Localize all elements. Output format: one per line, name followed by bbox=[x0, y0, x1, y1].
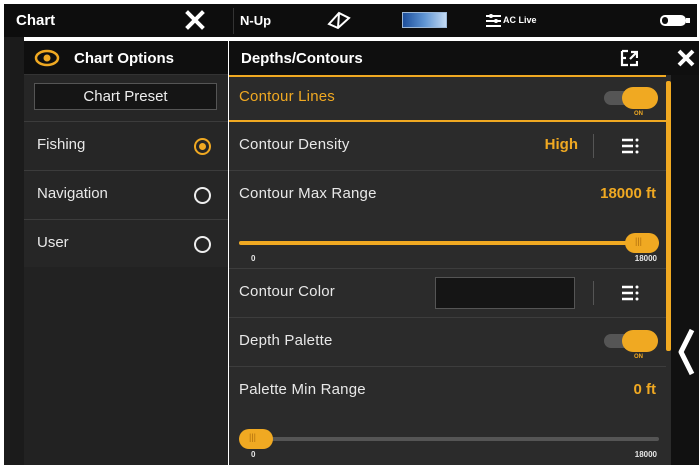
chart-background bbox=[4, 37, 24, 465]
depths-contours-header: Depths/Contours bbox=[229, 41, 699, 75]
battery-icon bbox=[659, 14, 691, 27]
divider bbox=[233, 8, 234, 34]
palette-min-range-value: 0 ft bbox=[633, 381, 657, 398]
palette-min-range-row: Palette Min Range 0 ft bbox=[229, 367, 666, 416]
contour-max-range-label: Contour Max Range bbox=[239, 185, 377, 202]
toggle-state: ON bbox=[634, 111, 643, 117]
chart-background-lower bbox=[24, 267, 228, 465]
toggle-state: ON bbox=[634, 354, 643, 360]
preset-option-label: Navigation bbox=[37, 185, 108, 202]
compass-icon[interactable] bbox=[326, 10, 352, 30]
contour-lines-label: Contour Lines bbox=[239, 88, 335, 105]
palette-min-range-slider-row: 0 18000 bbox=[229, 416, 666, 465]
settings-list: Contour Lines ON Contour Density High Co… bbox=[229, 75, 666, 465]
contour-lines-toggle[interactable]: ON bbox=[604, 87, 658, 117]
side-drawer-tab[interactable] bbox=[671, 75, 699, 465]
divider bbox=[593, 281, 594, 305]
chart-options-panel: Chart Options Chart Preset Fishing Navig… bbox=[24, 41, 228, 267]
slider-min-label: 0 bbox=[251, 254, 256, 263]
chart-preset-button[interactable]: Chart Preset bbox=[34, 83, 217, 110]
close-icon[interactable] bbox=[676, 48, 696, 68]
close-icon[interactable] bbox=[184, 9, 206, 31]
chevron-left-icon[interactable] bbox=[677, 326, 695, 378]
slider-max-label: 18000 bbox=[634, 254, 657, 263]
chart-options-title: Chart Options bbox=[74, 50, 174, 67]
contour-density-value: High bbox=[544, 136, 578, 153]
radio-selected[interactable] bbox=[194, 138, 211, 155]
contour-color-label: Contour Color bbox=[239, 283, 335, 300]
depth-palette-toggle[interactable]: ON bbox=[604, 330, 658, 360]
app-title: Chart bbox=[16, 12, 56, 29]
contour-density-label: Contour Density bbox=[239, 136, 350, 153]
radio-unselected[interactable] bbox=[194, 236, 211, 253]
slider-thumb[interactable] bbox=[625, 233, 659, 253]
slider-track[interactable] bbox=[239, 241, 659, 245]
eye-icon bbox=[34, 49, 60, 67]
ac-live-icon[interactable]: AC Live bbox=[485, 10, 540, 30]
status-bar: Chart N-Up AC Live bbox=[4, 4, 697, 37]
toggle-knob bbox=[622, 87, 658, 109]
contour-color-swatch[interactable] bbox=[435, 277, 575, 309]
slider-track[interactable] bbox=[239, 437, 659, 441]
radio-unselected[interactable] bbox=[194, 187, 211, 204]
slider-min-label: 0 bbox=[251, 450, 256, 459]
palette-min-range-label: Palette Min Range bbox=[239, 381, 366, 398]
palette-gradient[interactable] bbox=[402, 12, 447, 28]
depth-palette-row[interactable]: Depth Palette ON bbox=[229, 318, 666, 367]
slider-thumb[interactable] bbox=[239, 429, 273, 449]
menu-icon[interactable] bbox=[621, 138, 639, 154]
contour-lines-row[interactable]: Contour Lines ON bbox=[229, 75, 666, 122]
contour-color-row[interactable]: Contour Color bbox=[229, 269, 666, 318]
depths-contours-panel: Depths/Contours Contour Lines ON Contour… bbox=[229, 41, 699, 465]
depth-palette-label: Depth Palette bbox=[239, 332, 333, 349]
divider bbox=[593, 134, 594, 158]
preset-option-label: Fishing bbox=[37, 136, 86, 153]
expand-icon[interactable] bbox=[620, 49, 639, 67]
view-mode[interactable]: N-Up bbox=[240, 13, 271, 28]
preset-option-user[interactable]: User bbox=[24, 219, 228, 268]
contour-max-range-row: Contour Max Range 18000 ft bbox=[229, 171, 666, 220]
contour-max-range-slider-row: 0 18000 bbox=[229, 220, 666, 269]
depths-contours-title: Depths/Contours bbox=[241, 50, 363, 67]
preset-option-label: User bbox=[37, 234, 69, 251]
toggle-knob bbox=[622, 330, 658, 352]
contour-max-range-value: 18000 ft bbox=[600, 185, 656, 202]
contour-density-row[interactable]: Contour Density High bbox=[229, 122, 666, 171]
preset-option-fishing[interactable]: Fishing bbox=[24, 121, 228, 170]
slider-max-label: 18000 bbox=[634, 450, 657, 459]
chart-options-header: Chart Options bbox=[24, 41, 228, 75]
ac-live-label: AC Live bbox=[503, 15, 537, 25]
menu-icon[interactable] bbox=[621, 285, 639, 301]
slider-fill bbox=[239, 241, 659, 245]
preset-option-navigation[interactable]: Navigation bbox=[24, 170, 228, 219]
